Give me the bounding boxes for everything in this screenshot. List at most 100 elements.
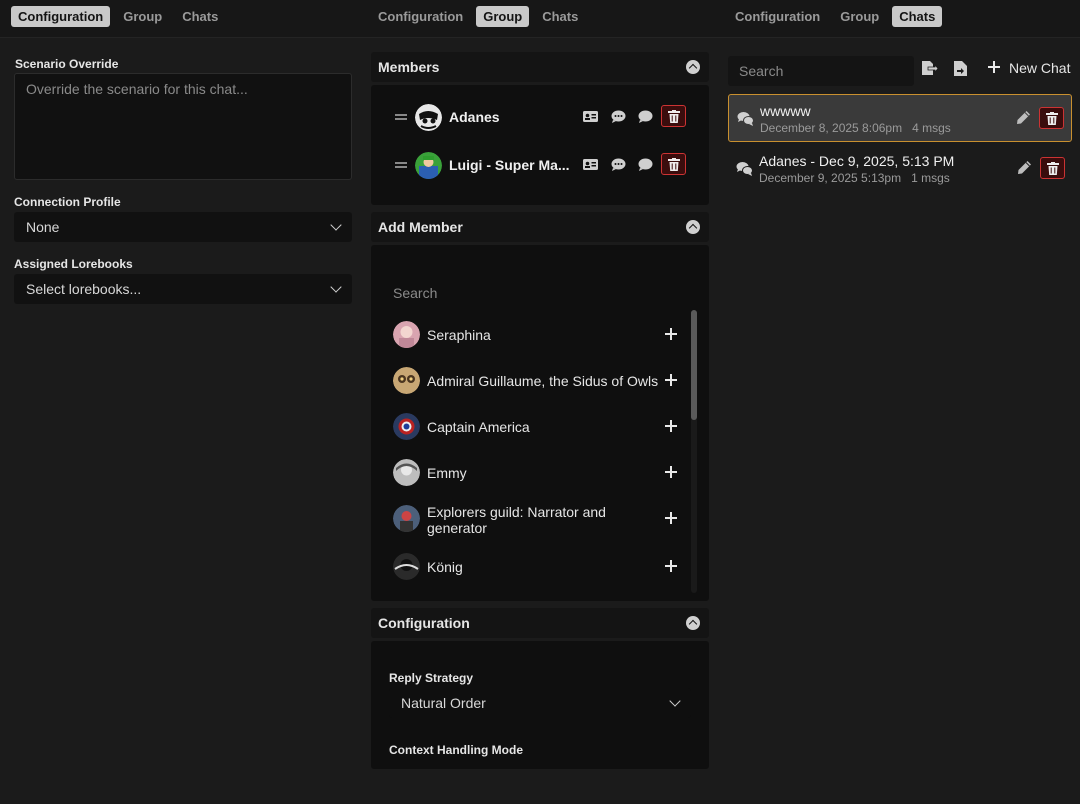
tab-configuration[interactable]: Configuration [11,6,111,27]
scrollbar-thumb[interactable] [691,310,697,420]
members-title: Members [378,59,440,75]
add-member-body: Search Seraphina Admiral Guillaume, the … [371,245,709,601]
candidate-name: Captain America [427,419,530,435]
tab-group-3: Configuration Group Chats [728,6,943,27]
reply-strategy-select[interactable]: Natural Order [389,688,691,718]
add-member-header[interactable]: Add Member [371,212,709,242]
list-item[interactable]: Admiral Guillaume, the Sidus of Owls [385,361,681,401]
trash-icon [1047,162,1059,175]
list-item[interactable]: Explorers guild: Narrator and generator [385,499,681,539]
list-item[interactable]: Seraphina [385,315,681,355]
remove-member-button[interactable] [661,105,686,127]
avatar [393,413,420,440]
scenario-override-input[interactable]: Override the scenario for this chat... [14,73,352,180]
add-icon[interactable] [665,420,677,432]
trash-icon [668,110,680,123]
id-card-icon[interactable] [583,110,598,123]
add-icon[interactable] [665,466,677,478]
avatar [415,104,442,131]
reply-strategy-value: Natural Order [401,695,486,711]
list-item[interactable]: König [385,547,681,587]
rename-icon[interactable] [1017,160,1032,175]
scenario-override-label: Scenario Override [15,57,119,71]
comment-icon[interactable] [638,158,653,171]
tab-configuration[interactable]: Configuration [728,6,827,27]
candidate-name: König [427,559,463,575]
configuration-panel: Scenario Override Override the scenario … [0,38,364,804]
list-item[interactable]: Emmy [385,453,681,493]
drag-handle-icon[interactable] [395,162,407,168]
avatar [393,459,420,486]
comments-icon [736,161,753,176]
members-header[interactable]: Members [371,52,709,82]
chevron-down-icon [330,219,342,231]
id-card-icon[interactable] [583,158,598,171]
chat-date: December 9, 2025 5:13pm [759,171,902,185]
chat-meta: December 8, 2025 8:06pm 4 msgs [760,121,951,135]
search-placeholder: Search [393,285,438,301]
delete-chat-button[interactable] [1040,157,1065,179]
chat-item[interactable]: wwwww December 8, 2025 8:06pm 4 msgs [728,94,1072,142]
comment-icon[interactable] [638,110,653,123]
member-search-input[interactable]: Search [393,285,437,301]
add-icon[interactable] [665,512,677,524]
chat-item[interactable]: Adanes - Dec 9, 2025, 5:13 PM December 9… [728,145,1072,193]
search-placeholder: Search [739,63,784,79]
chevron-down-icon [330,281,342,293]
collapse-icon[interactable] [686,616,700,630]
assigned-lorebooks-label: Assigned Lorebooks [14,257,133,271]
group-configuration-title: Configuration [378,615,470,631]
tab-group-2: Configuration Group Chats [371,6,585,27]
add-icon[interactable] [665,328,677,340]
connection-profile-label: Connection Profile [14,195,121,209]
chevron-down-icon [669,695,681,707]
tab-group-1: Configuration Group Chats [11,6,225,27]
candidate-name: Emmy [427,465,467,481]
tab-chats[interactable]: Chats [175,6,225,27]
trash-icon [1046,112,1058,125]
chats-panel: Search New Chat wwwww December 8, 2025 8… [718,38,1080,804]
candidate-name: Admiral Guillaume, the Sidus of Owls [427,373,659,389]
lorebooks-value: Select lorebooks... [26,281,142,297]
tab-chats[interactable]: Chats [892,6,943,27]
drag-handle-icon[interactable] [395,114,407,120]
connection-profile-select[interactable]: None [14,212,352,242]
avatar [393,321,420,348]
comment-dots-icon[interactable] [611,158,626,171]
chat-count: 1 msgs [911,171,950,185]
rename-icon[interactable] [1016,110,1031,125]
chat-title: Adanes - Dec 9, 2025, 5:13 PM [759,153,955,169]
members-list: Adanes Luigi - Super Ma... [371,85,709,205]
tab-configuration[interactable]: Configuration [371,6,470,27]
top-bar: Configuration Group Chats Configuration … [0,0,1080,38]
new-chat-label: New Chat [1009,60,1071,76]
comment-dots-icon[interactable] [611,110,626,123]
group-configuration-header[interactable]: Configuration [371,608,709,638]
collapse-icon[interactable] [686,220,700,234]
chat-search-input[interactable]: Search [728,56,914,86]
lorebooks-select[interactable]: Select lorebooks... [14,274,352,304]
tab-group[interactable]: Group [116,6,169,27]
chat-meta: December 9, 2025 5:13pm 1 msgs [759,171,950,185]
export-chat-icon[interactable] [954,61,967,79]
tab-group[interactable]: Group [476,6,530,27]
tab-group[interactable]: Group [833,6,886,27]
delete-chat-button[interactable] [1039,107,1064,129]
add-icon[interactable] [665,374,677,386]
add-icon[interactable] [665,560,677,572]
avatar [393,505,420,532]
member-row: Luigi - Super Ma... [371,145,709,185]
remove-member-button[interactable] [661,153,686,175]
context-handling-label: Context Handling Mode [389,743,523,757]
tab-chats[interactable]: Chats [535,6,585,27]
import-chat-icon[interactable] [922,61,939,78]
scenario-placeholder: Override the scenario for this chat... [26,81,248,97]
trash-icon [668,158,680,171]
chat-date: December 8, 2025 8:06pm [760,121,903,135]
plus-icon [988,61,1000,73]
group-panel: Members Adanes Luigi - Super Ma... Add M… [364,38,718,804]
list-item[interactable]: Captain America [385,407,681,447]
collapse-icon[interactable] [686,60,700,74]
avatar [393,367,420,394]
chat-title: wwwww [760,103,811,119]
